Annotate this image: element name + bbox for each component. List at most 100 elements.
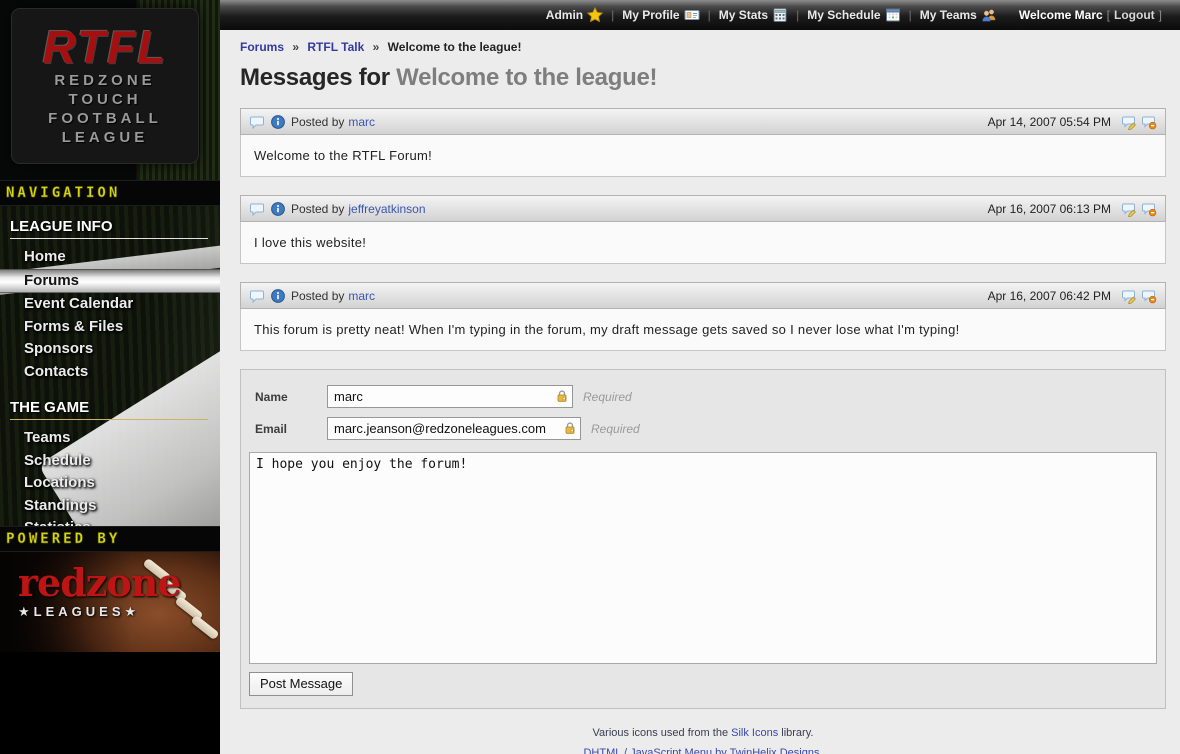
name-field-row: Name Required	[255, 385, 1159, 408]
post-date: Apr 14, 2007 05:54 PM	[988, 115, 1111, 129]
sidebar-filler	[0, 652, 220, 754]
topbar-separator: |	[796, 8, 799, 22]
logout-bracket: ]	[1159, 8, 1162, 22]
name-input[interactable]	[327, 385, 573, 408]
comment-icon	[249, 288, 265, 304]
navigation-banner: NAVIGATION	[0, 180, 220, 206]
sidebar-item-event-calendar[interactable]: Event Calendar	[0, 293, 220, 316]
footer-menu-credit: DHTML / JavaScript Menu by TwinHelix Des…	[240, 743, 1166, 754]
section-rule	[10, 238, 208, 239]
breadcrumb-current: Welcome to the league!	[388, 40, 522, 54]
my-teams-link[interactable]: My Teams	[920, 8, 977, 22]
breadcrumb-link-forums[interactable]: Forums	[240, 40, 284, 54]
information-icon[interactable]	[270, 201, 286, 217]
section-title-text: THE GAME	[10, 399, 89, 416]
posted-by-label: Posted by	[291, 115, 344, 129]
sidebar: RTFL REDZONE TOUCH FOOTBALL LEAGUE NAVIG…	[0, 0, 220, 754]
information-icon[interactable]	[270, 114, 286, 130]
sidebar-item-schedule[interactable]: Schedule	[0, 450, 220, 473]
sidebar-item-locations[interactable]: Locations	[0, 472, 220, 495]
name-input-wrap	[327, 385, 573, 408]
post-date: Apr 16, 2007 06:13 PM	[988, 202, 1111, 216]
sidebar-item-teams[interactable]: Teams	[0, 427, 220, 450]
email-input[interactable]	[327, 417, 581, 440]
my-profile-link[interactable]: My Profile	[622, 8, 679, 22]
redzone-leagues-logo[interactable]: redzone ★LEAGUES★	[18, 564, 181, 620]
email-label: Email	[255, 422, 327, 436]
topbar-item-my-stats[interactable]: My Stats	[719, 7, 788, 23]
post-author-link[interactable]: marc	[348, 289, 375, 303]
page-title: Messages for Welcome to the league!	[240, 64, 1166, 92]
logo-line: FOOTBALL	[12, 109, 198, 128]
required-label: Required	[583, 390, 632, 404]
logout-link[interactable]: Logout	[1114, 8, 1155, 22]
sidebar-nav: LEAGUE INFO Home Forums Event Calendar F…	[0, 206, 220, 526]
star-icon	[587, 7, 603, 23]
reply-form: Name Required Email Required	[240, 369, 1166, 709]
post-date: Apr 16, 2007 06:42 PM	[988, 289, 1111, 303]
message-textarea[interactable]: I hope you enjoy the forum!	[249, 452, 1157, 664]
logo-line: TOUCH	[12, 90, 198, 109]
redzone-brand-text: redzone	[18, 564, 181, 602]
post-header: Posted by jeffreyatkinson Apr 16, 2007 0…	[240, 195, 1166, 222]
post-header: Posted by marc Apr 14, 2007 05:54 PM	[240, 108, 1166, 135]
main-content: Forums » RTFL Talk » Welcome to the leag…	[220, 30, 1180, 754]
edit-comment-icon[interactable]	[1121, 288, 1137, 304]
welcome-user-text: Welcome Marc	[1019, 8, 1103, 22]
league-logo: RTFL REDZONE TOUCH FOOTBALL LEAGUE	[12, 9, 198, 163]
my-schedule-link[interactable]: My Schedule	[807, 8, 880, 22]
lock-icon	[555, 389, 569, 403]
post-body: I love this website!	[240, 222, 1166, 264]
forum-post: Posted by marc Apr 16, 2007 06:42 PM Thi…	[240, 282, 1166, 351]
sidebar-item-home[interactable]: Home	[0, 246, 220, 269]
sidebar-item-standings[interactable]: Standings	[0, 495, 220, 518]
edit-comment-icon[interactable]	[1121, 114, 1137, 130]
breadcrumb-link-rtfl-talk[interactable]: RTFL Talk	[307, 40, 364, 54]
post-author-link[interactable]: marc	[348, 115, 375, 129]
sidebar-item-contacts[interactable]: Contacts	[0, 361, 220, 384]
topbar-item-admin[interactable]: Admin	[546, 7, 603, 23]
topbar-item-my-teams[interactable]: My Teams	[920, 7, 997, 23]
topbar-item-my-profile[interactable]: My Profile	[622, 7, 699, 23]
section-title-text: LEAGUE INFO	[10, 218, 113, 235]
lock-icon	[563, 421, 577, 435]
sidebar-item-forms-files[interactable]: Forms & Files	[0, 316, 220, 339]
topbar-separator: |	[611, 8, 614, 22]
section-title-league-info: LEAGUE INFO	[0, 216, 220, 242]
sidebar-item-forums[interactable]: Forums	[0, 269, 220, 294]
post-message-button[interactable]: Post Message	[249, 672, 353, 696]
posted-by-label: Posted by	[291, 202, 344, 216]
post-body: Welcome to the RTFL Forum!	[240, 135, 1166, 177]
twinhelix-link[interactable]: DHTML / JavaScript Menu by TwinHelix Des…	[583, 747, 822, 754]
vcard-icon	[684, 7, 700, 23]
logout-bracket: [	[1107, 8, 1110, 22]
name-label: Name	[255, 390, 327, 404]
group-icon	[981, 7, 997, 23]
topbar-item-my-schedule[interactable]: My Schedule	[807, 7, 900, 23]
calculator-icon	[772, 7, 788, 23]
breadcrumb-separator: »	[373, 40, 380, 54]
information-icon[interactable]	[270, 288, 286, 304]
admin-link[interactable]: Admin	[546, 8, 583, 22]
footer-text: library.	[778, 727, 813, 739]
rtfl-forum-page: RTFL REDZONE TOUCH FOOTBALL LEAGUE NAVIG…	[0, 0, 1180, 754]
account-topbar: Admin | My Profile | My Stats | My Sched…	[220, 0, 1180, 30]
silk-icons-link[interactable]: Silk Icons	[731, 727, 778, 739]
post-author-link[interactable]: jeffreyatkinson	[348, 202, 425, 216]
required-label: Required	[591, 422, 640, 436]
delete-comment-icon[interactable]	[1141, 114, 1157, 130]
powered-by-logo-area: redzone ★LEAGUES★	[0, 552, 220, 652]
edit-comment-icon[interactable]	[1121, 201, 1137, 217]
logo-line: LEAGUE	[12, 128, 198, 147]
forum-post: Posted by marc Apr 14, 2007 05:54 PM Wel…	[240, 108, 1166, 177]
sidebar-item-sponsors[interactable]: Sponsors	[0, 338, 220, 361]
post-body: This forum is pretty neat! When I'm typi…	[240, 309, 1166, 351]
my-stats-link[interactable]: My Stats	[719, 8, 768, 22]
sidebar-item-statistics[interactable]: Statistics	[0, 517, 220, 526]
powered-by-banner: POWERED BY	[0, 526, 220, 552]
delete-comment-icon[interactable]	[1141, 201, 1157, 217]
post-header: Posted by marc Apr 16, 2007 06:42 PM	[240, 282, 1166, 309]
comment-icon	[249, 114, 265, 130]
delete-comment-icon[interactable]	[1141, 288, 1157, 304]
logo-acronym: RTFL	[12, 23, 198, 71]
